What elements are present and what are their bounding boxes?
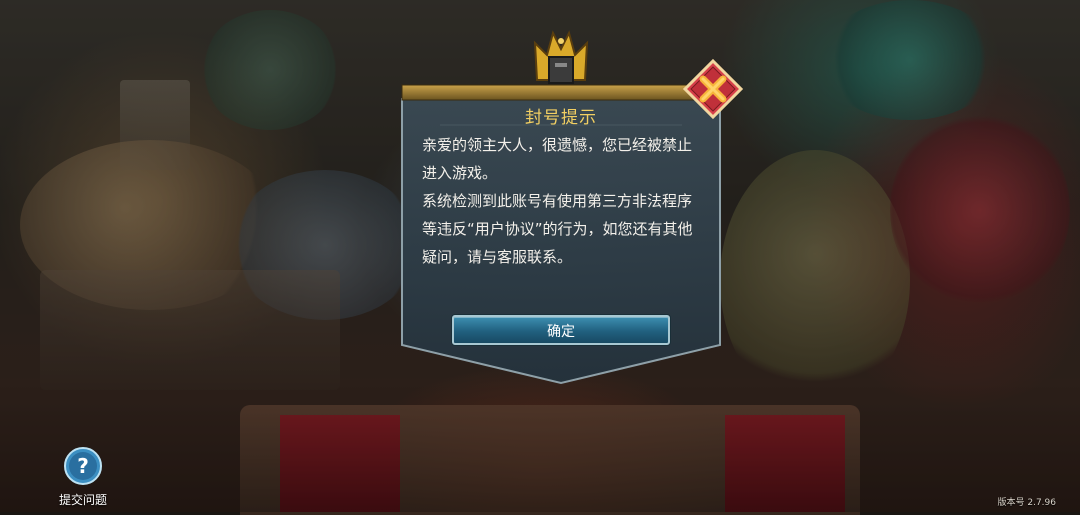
question-mark-icon: ? (64, 447, 102, 485)
svg-text:?: ? (77, 454, 89, 478)
dialog-message-line: 系统检测到此账号有使用第三方非法程序等违反“用户协议”的行为，如您还有其他疑问，… (422, 192, 693, 266)
dialog-message: 亲爱的领主大人，很遗憾，您已经被禁止进入游戏。 系统检测到此账号有使用第三方非法… (422, 131, 702, 271)
confirm-button[interactable]: 确定 (452, 315, 670, 345)
version-label: 版本号 2.7.96 (997, 498, 1057, 508)
dialog-title: 封号提示 (525, 108, 597, 128)
submit-issue-label: 提交问题 (58, 493, 107, 507)
crown-emblem-icon (533, 30, 589, 84)
ban-notice-dialog: 封号提示 亲爱的领主大人，很遗憾，您已经被禁止进入游戏。 系统检测到此账号有使用… (400, 83, 722, 385)
submit-issue-button[interactable]: ? 提交问题 (55, 446, 111, 508)
dialog-message-line: 亲爱的领主大人，很遗憾，您已经被禁止进入游戏。 (422, 136, 693, 182)
close-x-icon[interactable] (682, 58, 744, 120)
